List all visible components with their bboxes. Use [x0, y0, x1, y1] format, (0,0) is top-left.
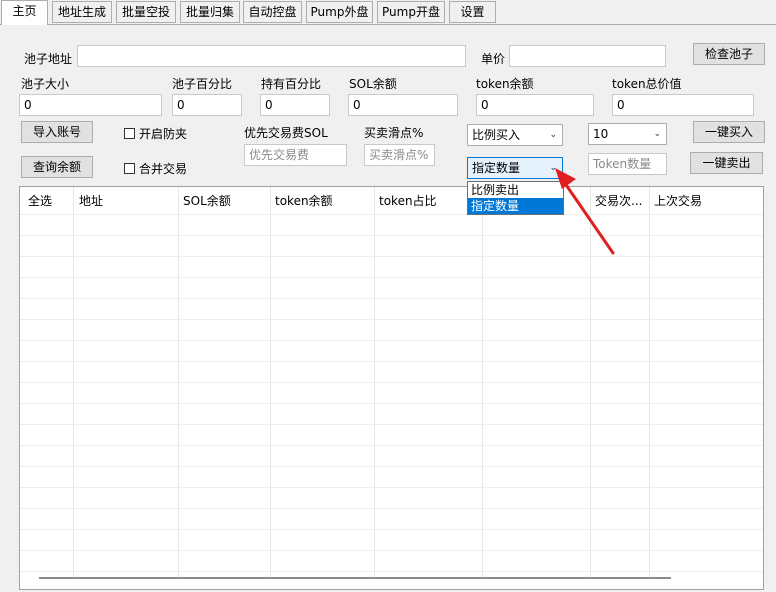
token-total-value-input[interactable]: 0	[612, 94, 754, 116]
tab-pump-open[interactable]: Pump开盘	[377, 1, 445, 23]
import-accounts-button[interactable]: 导入账号	[21, 121, 93, 143]
token-balance-label: token余额	[476, 77, 534, 91]
chevron-down-icon: ⌄	[653, 129, 661, 139]
check-pool-button[interactable]: 检查池子	[693, 43, 765, 65]
tab-auto-control[interactable]: 自动控盘	[243, 1, 302, 23]
unit-price-label: 单价	[481, 52, 506, 66]
buy-amount-value: 10	[593, 127, 609, 141]
pool-percent-label: 池子百分比	[172, 77, 233, 91]
sell-mode-value: 指定数量	[472, 161, 521, 175]
slippage-label: 买卖滑点%	[364, 126, 424, 140]
query-balance-button[interactable]: 查询余额	[21, 156, 93, 178]
tab-address-gen[interactable]: 地址生成	[52, 1, 112, 23]
header-select-all[interactable]: 全选	[28, 192, 52, 209]
sol-balance-label: SOL余额	[349, 77, 397, 91]
pool-size-input[interactable]: 0	[19, 94, 162, 116]
priority-fee-input[interactable]: 优先交易费	[244, 144, 347, 166]
header-sol-balance: SOL余额	[183, 194, 231, 208]
anti-sandwich-label: 开启防夹	[139, 127, 188, 141]
pool-address-input[interactable]	[77, 45, 466, 67]
tab-home[interactable]: 主页	[1, 0, 48, 25]
token-total-value-label: token总价值	[612, 77, 682, 91]
buy-amount-combo[interactable]: 10 ⌄	[588, 123, 667, 145]
merge-trades-checkbox[interactable]: 合并交易	[124, 160, 187, 177]
sol-balance-input[interactable]: 0	[348, 94, 458, 116]
hold-percent-label: 持有百分比	[261, 77, 322, 91]
tab-settings[interactable]: 设置	[449, 1, 496, 23]
checkbox-box[interactable]	[124, 163, 135, 174]
header-address: 地址	[79, 194, 104, 208]
buy-mode-combo[interactable]: 比例买入 ⌄	[467, 124, 563, 146]
tab-pump-external[interactable]: Pump外盘	[306, 1, 373, 23]
tab-batch-airdrop[interactable]: 批量空投	[116, 1, 176, 23]
token-balance-input[interactable]: 0	[476, 94, 594, 116]
tab-batch-collect[interactable]: 批量归集	[180, 1, 240, 23]
red-arrow-annotation	[555, 168, 615, 255]
hold-percent-input[interactable]: 0	[260, 94, 330, 116]
unit-price-input[interactable]	[509, 45, 666, 67]
pool-size-label: 池子大小	[21, 77, 70, 91]
chevron-down-icon: ⌄	[549, 130, 557, 140]
header-token-balance: token余额	[275, 194, 333, 208]
pool-address-label: 池子地址	[24, 52, 73, 66]
anti-sandwich-checkbox[interactable]: 开启防夹	[124, 125, 187, 142]
header-token-percent: token占比	[379, 194, 437, 208]
horizontal-scrollbar[interactable]	[39, 577, 671, 579]
priority-fee-label: 优先交易费SOL	[244, 126, 328, 140]
pool-percent-input[interactable]: 0	[172, 94, 242, 116]
accounts-table[interactable]: 全选 地址 SOL余额 token余额 token占比 交易次... 上次交易	[19, 186, 764, 590]
slippage-input[interactable]: 买卖滑点%	[364, 144, 435, 166]
merge-trades-label: 合并交易	[139, 162, 188, 176]
one-click-buy-button[interactable]: 一键买入	[693, 121, 765, 143]
tab-divider	[0, 24, 776, 25]
one-click-sell-button[interactable]: 一键卖出	[690, 152, 763, 174]
buy-mode-value: 比例买入	[472, 128, 521, 142]
checkbox-box[interactable]	[124, 128, 135, 139]
header-last-trade: 上次交易	[654, 194, 703, 208]
